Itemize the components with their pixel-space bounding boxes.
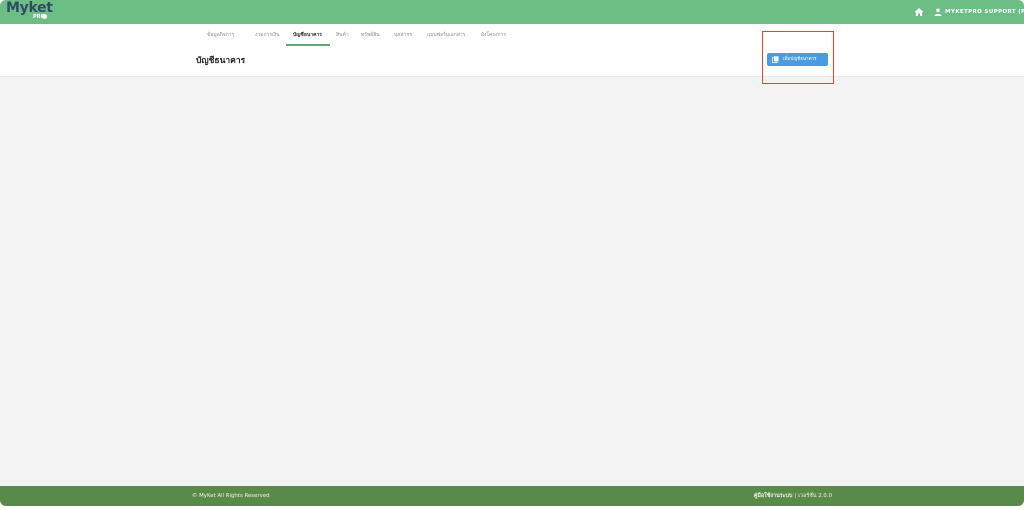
tab-business-info[interactable]: ข้อมูลกิจการ — [207, 28, 234, 46]
home-icon[interactable] — [914, 7, 924, 17]
active-tab-indicator — [286, 44, 330, 46]
tab-personnel[interactable]: บุคลากร — [394, 28, 412, 46]
user-manual-link[interactable]: คู่มือใช้งานระบบ — [754, 493, 793, 499]
add-document-icon — [772, 56, 779, 63]
footer-links: คู่มือใช้งานระบบ | เวอร์ชั่น 2.0.0 — [754, 491, 832, 501]
app-window: Myket PRO MYKETPRO SUPPORT (P) ข้อมูลกิจ… — [0, 0, 1024, 506]
settings-header: ข้อมูลกิจการ งวดการเงิน บัญชีธนาคาร สินค… — [0, 24, 1024, 77]
tab-assets[interactable]: ทรัพย์สิน — [361, 28, 380, 46]
logo-dot-icon — [42, 14, 47, 19]
footer: © MyKet All Rights Reserved คู่มือใช้งาน… — [0, 486, 1024, 506]
top-navbar: Myket PRO MYKETPRO SUPPORT (P) — [0, 0, 1024, 24]
myket-logo[interactable]: Myket PRO — [6, 1, 53, 23]
user-menu-name[interactable]: MYKETPRO SUPPORT (P) — [945, 7, 1024, 17]
tab-fiscal-period[interactable]: งวดการเงิน — [255, 28, 280, 46]
footer-separator: | — [794, 493, 797, 499]
user-icon[interactable] — [934, 8, 942, 16]
copyright-text: © MyKet All Rights Reserved — [192, 493, 270, 499]
add-bank-account-button[interactable]: เพิ่มบัญชีธนาคาร — [767, 53, 828, 66]
tab-document-forms[interactable]: แบบฟอร์มเอกสาร — [427, 28, 465, 46]
version-text: เวอร์ชั่น 2.0.0 — [798, 493, 832, 499]
add-bank-account-label: เพิ่มบัญชีธนาคาร — [783, 57, 817, 62]
tab-products[interactable]: สินค้า — [336, 28, 349, 46]
tab-project-chart[interactable]: ผังโครงการ — [481, 28, 506, 46]
page-title: บัญชีธนาคาร — [196, 56, 246, 66]
